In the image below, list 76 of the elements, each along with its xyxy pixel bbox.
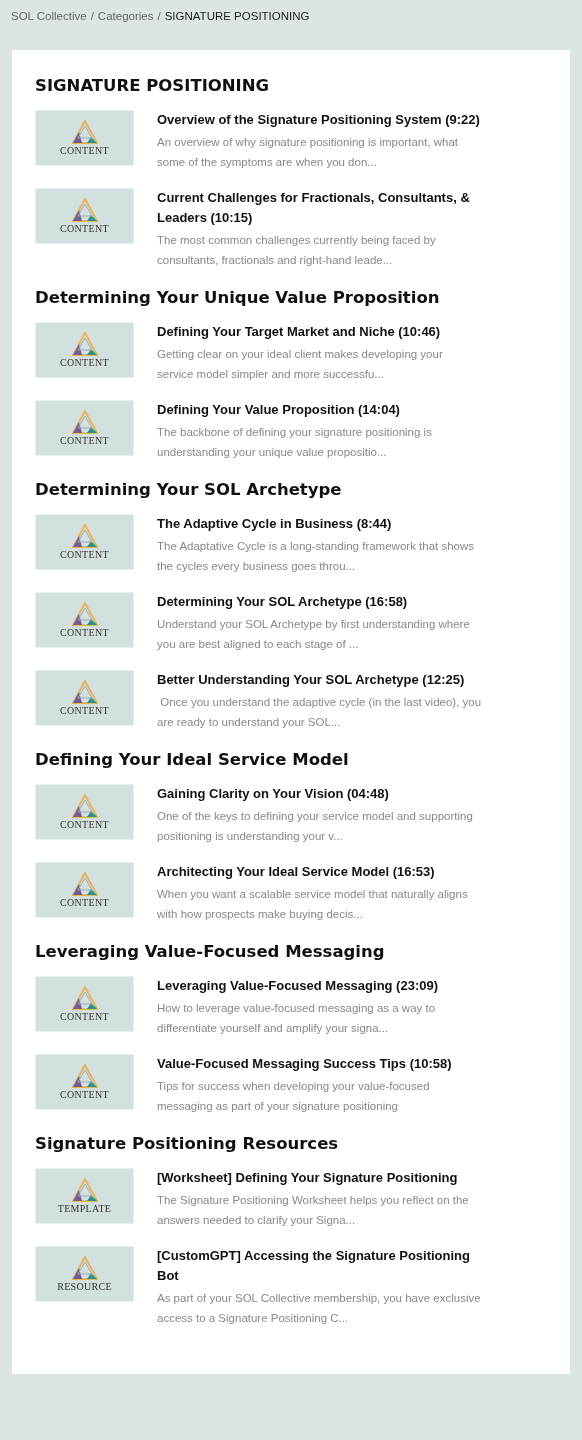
lesson-description: As part of your SOL Collective membership, you have exclusive access to a Signature Positioning C... [157, 1291, 482, 1326]
lesson-title[interactable]: Overview of the Signature Positioning System (9:22) [157, 110, 482, 130]
triangle-logo-icon [71, 986, 98, 1010]
thumbnail-label: CONTENT [60, 145, 109, 156]
lesson-description: Once you understand the adaptive cycle (in the last video), you are ready to understand your SOL... [157, 695, 482, 730]
triangle-logo-icon [71, 680, 98, 704]
triangle-logo-icon [71, 1064, 98, 1088]
lesson-title[interactable]: [CustomGPT] Accessing the Signature Positioning Bot [157, 1246, 482, 1286]
thumbnail-label: CONTENT [60, 223, 109, 234]
lesson-thumbnail[interactable]: CONTENT [35, 1054, 134, 1110]
thumbnail-label: CONTENT [60, 1011, 109, 1022]
lesson-description: How to leverage value-focused messaging as a way to differentiate yourself and amplify your signa... [157, 1001, 437, 1036]
lesson-thumbnail[interactable]: CONTENT [35, 670, 134, 726]
lesson-thumbnail[interactable]: CONTENT [35, 322, 134, 378]
triangle-logo-icon [71, 120, 98, 144]
breadcrumb-separator: / [157, 10, 161, 24]
lesson-thumbnail[interactable]: CONTENT [35, 400, 134, 456]
lesson-description: The most common challenges currently being faced by consultants, fractionals and right-hand leade... [157, 233, 437, 268]
lesson-thumbnail[interactable]: TEMPLATE [35, 1168, 134, 1224]
lesson-title[interactable]: Defining Your Target Market and Niche (10:46) [157, 322, 482, 342]
lesson-description: One of the keys to defining your service model and supporting positioning is understanding your v... [157, 809, 474, 844]
triangle-logo-icon [71, 1256, 98, 1280]
section-heading: Determining Your Unique Value Proposition [35, 287, 441, 309]
triangle-logo-icon [71, 198, 98, 222]
lesson-thumbnail[interactable]: RESOURCE [35, 1246, 134, 1302]
thumbnail-label: CONTENT [60, 819, 109, 830]
lesson-thumbnail[interactable]: CONTENT [35, 514, 134, 570]
lesson-description: Understand your SOL Archetype by first understanding where you are best aligned to each stage of ... [157, 617, 471, 652]
breadcrumb-current: SIGNATURE POSITIONING [164, 10, 310, 24]
lesson-thumbnail[interactable]: CONTENT [35, 592, 134, 648]
thumbnail-label: RESOURCE [57, 1281, 112, 1292]
lesson-description: The backbone of defining your signature positioning is understanding your unique value propositio... [157, 425, 433, 460]
thumbnail-label: CONTENT [60, 627, 109, 638]
lesson-description: When you want a scalable service model that naturally aligns with how prospects make buying decis... [157, 887, 469, 922]
lesson-thumbnail[interactable]: CONTENT [35, 784, 134, 840]
triangle-logo-icon [71, 332, 98, 356]
lesson-thumbnail[interactable]: CONTENT [35, 110, 134, 166]
lesson-title[interactable]: Defining Your Value Proposition (14:04) [157, 400, 482, 420]
triangle-logo-icon [71, 794, 98, 818]
thumbnail-label: TEMPLATE [57, 1203, 112, 1214]
thumbnail-label: CONTENT [60, 435, 109, 446]
triangle-logo-icon [71, 1178, 98, 1202]
section-heading: Defining Your Ideal Service Model [35, 749, 350, 771]
section-heading: Leveraging Value-Focused Messaging [35, 941, 386, 963]
thumbnail-label: CONTENT [60, 549, 109, 560]
lesson-title[interactable]: Value-Focused Messaging Success Tips (10:58) [157, 1054, 482, 1074]
section-heading: Determining Your SOL Archetype [35, 479, 343, 501]
thumbnail-label: CONTENT [60, 705, 109, 716]
lesson-description: The Adaptative Cycle is a long-standing framework that shows the cycles every business goes throu... [157, 539, 476, 574]
breadcrumb-link[interactable]: SOL Collective [11, 10, 87, 30]
triangle-logo-icon [71, 602, 98, 626]
lesson-title[interactable]: Leveraging Value-Focused Messaging (23:09) [157, 976, 482, 996]
lesson-description: Tips for success when developing your value-focused messaging as part of your signature positioning [157, 1079, 431, 1114]
thumbnail-label: CONTENT [60, 897, 109, 908]
breadcrumb-separator: / [90, 10, 94, 24]
lesson-title[interactable]: Gaining Clarity on Your Vision (04:48) [157, 784, 482, 804]
lesson-thumbnail[interactable]: CONTENT [35, 188, 134, 244]
thumbnail-label: CONTENT [60, 1089, 109, 1100]
lesson-description: An overview of why signature positioning is important, what some of the symptoms are when you don... [157, 135, 460, 170]
triangle-logo-icon [71, 410, 98, 434]
lesson-title[interactable]: Better Understanding Your SOL Archetype (12:25) [157, 670, 482, 690]
lesson-description: The Signature Positioning Worksheet helps you reflect on the answers needed to clarify your Signa... [157, 1193, 470, 1228]
triangle-logo-icon [71, 872, 98, 896]
lesson-title[interactable]: The Adaptive Cycle in Business (8:44) [157, 514, 482, 534]
breadcrumb-link[interactable]: Categories [97, 10, 154, 30]
lesson-description: Getting clear on your ideal client makes developing your service model simpler and more successfu... [157, 347, 444, 382]
section-heading: SIGNATURE POSITIONING [35, 75, 271, 97]
lesson-title[interactable]: Determining Your SOL Archetype (16:58) [157, 592, 482, 612]
section-heading: Signature Positioning Resources [35, 1133, 340, 1155]
lesson-thumbnail[interactable]: CONTENT [35, 976, 134, 1032]
lesson-title[interactable]: [Worksheet] Defining Your Signature Positioning [157, 1168, 482, 1188]
triangle-logo-icon [71, 524, 98, 548]
lesson-thumbnail[interactable]: CONTENT [35, 862, 134, 918]
lesson-title[interactable]: Architecting Your Ideal Service Model (16:53) [157, 862, 482, 882]
thumbnail-label: CONTENT [60, 357, 109, 368]
lesson-title[interactable]: Current Challenges for Fractionals, Consultants, & Leaders (10:15) [157, 188, 482, 228]
